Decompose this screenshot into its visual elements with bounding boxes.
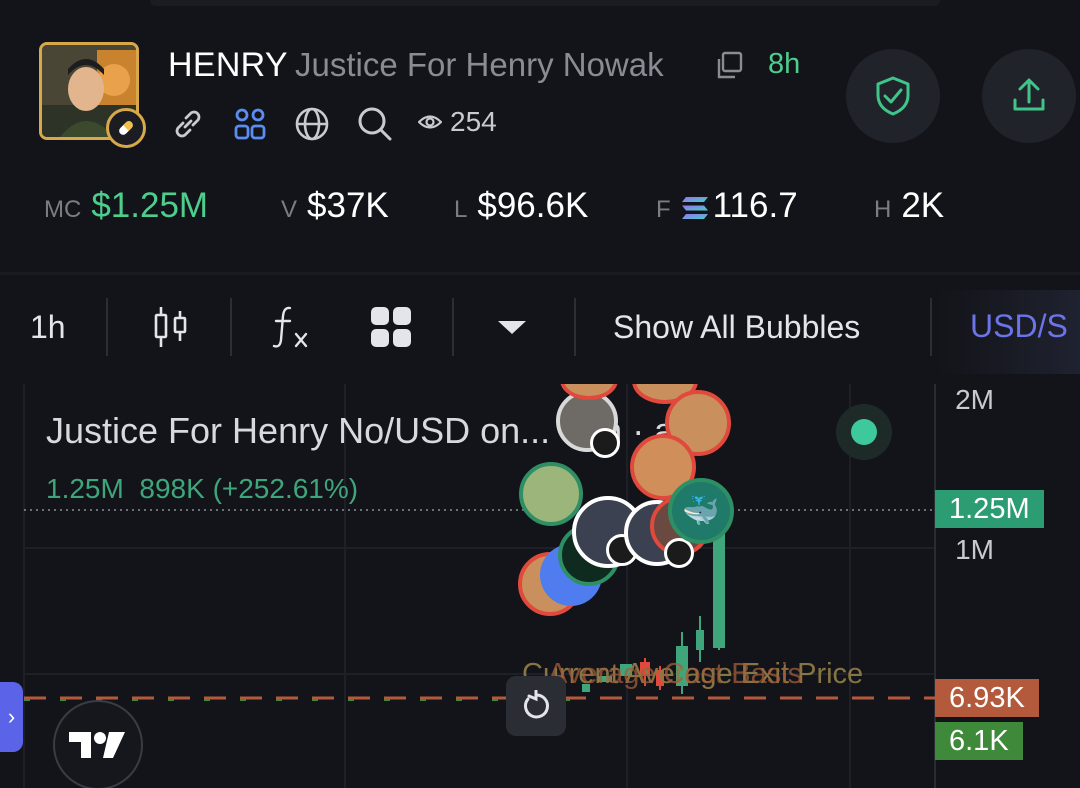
- shield-check-icon: [876, 76, 910, 116]
- stat-label: L: [454, 196, 468, 223]
- share-button[interactable]: [982, 49, 1076, 143]
- stat-label: F: [656, 196, 671, 223]
- section-divider: [0, 272, 1080, 275]
- eye-icon: [418, 115, 442, 129]
- rotate-reset-icon: [524, 690, 549, 719]
- candle-type-button[interactable]: [152, 290, 190, 364]
- stat-value: 116.7: [712, 186, 798, 225]
- avg-exit-price-tag: 6.93K: [935, 679, 1039, 717]
- stat-fees: F 116.7: [656, 186, 798, 226]
- currency-label: USD/S: [970, 308, 1068, 344]
- grid-layout-icon: [371, 307, 411, 347]
- show-all-bubbles-button[interactable]: Show All Bubbles: [613, 290, 860, 364]
- pair-price-change: 1.25M 898K (+252.61%): [46, 473, 358, 505]
- price-change: 898K (+252.61%): [139, 473, 359, 504]
- price-chart[interactable]: Justice For Henry No/USD on... · 1h · a.…: [0, 384, 1080, 788]
- toolbar-divider: [230, 298, 232, 356]
- cost-basis-tag: 6.1K: [935, 722, 1023, 760]
- stat-value: $37K: [307, 186, 389, 225]
- stat-label: H: [874, 196, 892, 223]
- last-value: 1.25M: [46, 473, 124, 504]
- view-count: 254: [418, 106, 497, 138]
- candle: [696, 630, 704, 650]
- function-fx-icon: [272, 306, 308, 348]
- link-icon[interactable]: [170, 106, 206, 142]
- interval-label: 1h: [30, 308, 66, 345]
- stat-volume: V $37K: [281, 186, 389, 226]
- pill-badge-icon: [106, 108, 146, 148]
- cost-basis-label: Average Cost Basis: [548, 658, 803, 690]
- stat-value: 2K: [901, 186, 945, 225]
- solana-icon: [681, 196, 708, 219]
- show-all-bubbles-label: Show All Bubbles: [613, 308, 861, 345]
- currency-toggle[interactable]: USD/S: [935, 290, 1080, 374]
- website-globe-icon[interactable]: [294, 106, 330, 142]
- chart-toolbar: 1h Show All Bubbles: [0, 290, 1080, 364]
- view-count-value: 254: [450, 106, 497, 137]
- toolbar-divider: [930, 298, 932, 356]
- interval-selector[interactable]: 1h: [30, 290, 66, 364]
- toolbar-divider: [452, 298, 454, 356]
- token-ticker: HENRY: [168, 46, 288, 84]
- stat-market-cap: MC $1.25M: [44, 186, 208, 226]
- indicators-button[interactable]: [272, 290, 312, 364]
- x-badge-icon: [590, 428, 620, 458]
- search-icon[interactable]: [357, 106, 393, 142]
- stat-label: MC: [44, 196, 82, 223]
- stat-label: V: [281, 196, 298, 223]
- x-badge-icon: [664, 538, 694, 568]
- token-age: 8h: [768, 48, 801, 80]
- token-name: Justice For Henry Nowak: [295, 46, 664, 83]
- live-status-indicator[interactable]: [836, 404, 892, 460]
- trader-bubble[interactable]: [519, 462, 583, 526]
- chevron-down-icon: [498, 321, 526, 334]
- stat-liquidity: L $96.6K: [454, 186, 588, 226]
- toolbar-divider: [106, 298, 108, 356]
- top-handle: [150, 0, 940, 6]
- copy-icon[interactable]: [714, 50, 744, 80]
- security-audit-button[interactable]: [846, 49, 940, 143]
- toolbar-divider: [574, 298, 576, 356]
- whale-bubble[interactable]: 🐳: [668, 478, 734, 544]
- stat-value: $96.6K: [477, 186, 589, 225]
- tradingview-logo-icon[interactable]: [53, 700, 143, 788]
- reset-chart-button[interactable]: [506, 676, 566, 736]
- axis-label-2m: 2M: [955, 384, 994, 415]
- stat-value: $1.25M: [91, 186, 209, 225]
- stat-value-wrap: 116.7: [681, 186, 798, 226]
- holders-icon[interactable]: [232, 106, 268, 142]
- stat-holders: H 2K: [874, 186, 944, 226]
- chevron-right-icon: ›: [7, 704, 16, 729]
- candlestick-icon: [154, 307, 187, 347]
- more-dropdown[interactable]: [496, 290, 528, 364]
- axis-label-1m: 1M: [955, 534, 994, 565]
- share-upload-icon: [1013, 78, 1045, 111]
- current-price-tag: 1.25M: [935, 490, 1044, 528]
- drawer-toggle-handle[interactable]: ›: [0, 682, 23, 752]
- layout-button[interactable]: [370, 290, 412, 364]
